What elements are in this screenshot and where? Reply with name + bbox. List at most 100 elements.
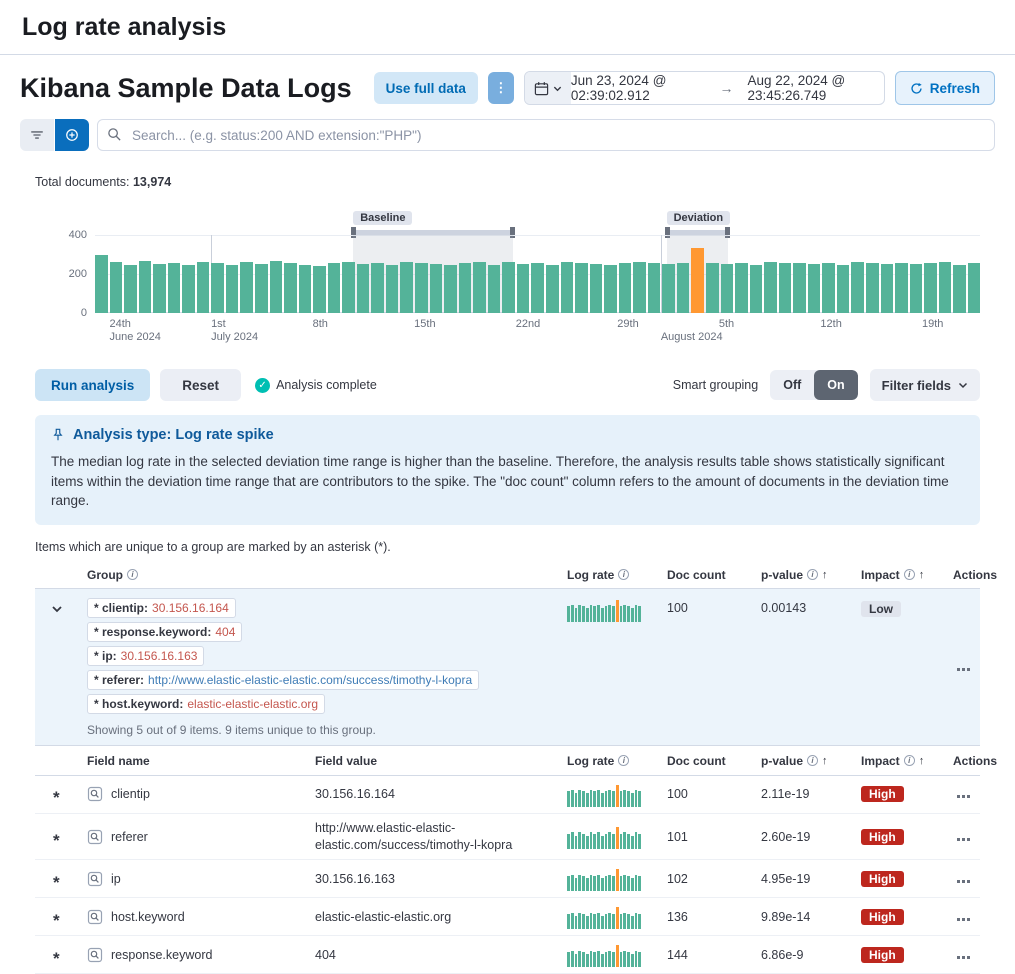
- date-range-picker[interactable]: Jun 23, 2024 @ 02:39:02.912 → Aug 22, 20…: [524, 71, 885, 105]
- group-badge[interactable]: * referer: http://www.elastic-elastic-el…: [87, 670, 479, 690]
- document-count-chart: BaselineDeviation 0200400 24th1st8th15th…: [33, 197, 980, 347]
- toggle-off-button[interactable]: Off: [770, 370, 814, 400]
- calendar-menu-button[interactable]: [525, 72, 571, 104]
- histogram-bar: [328, 263, 341, 313]
- fields-table-header: Field name Field value Log rate Doc coun…: [35, 746, 980, 776]
- histogram-bar: [357, 264, 370, 313]
- histogram-bar: [895, 263, 908, 313]
- main-content: Kibana Sample Data Logs Use full data ⋮ …: [0, 55, 1015, 974]
- group-badge[interactable]: * response.keyword: 404: [87, 622, 242, 642]
- collapse-group-button[interactable]: [45, 597, 69, 621]
- row-actions-button[interactable]: [953, 664, 974, 675]
- add-filter-button[interactable]: [55, 119, 89, 151]
- info-icon[interactable]: [807, 569, 818, 580]
- search-input[interactable]: [97, 119, 995, 151]
- field-search-icon[interactable]: [87, 871, 103, 887]
- histogram-bar: [415, 263, 428, 313]
- baseline-brush[interactable]: Baseline: [353, 209, 513, 235]
- col-field-name: Field name: [87, 754, 315, 768]
- filters-button[interactable]: [20, 119, 54, 151]
- col-log-rate: Log rate: [567, 568, 667, 582]
- histogram-bar: [284, 263, 297, 313]
- sort-asc-icon: ↑: [919, 569, 925, 581]
- toggle-on-button[interactable]: On: [814, 370, 857, 400]
- histogram-bar: [721, 264, 734, 313]
- histogram-bar: [270, 261, 283, 313]
- histogram-bar: [459, 263, 472, 313]
- col-impact[interactable]: Impact ↑: [861, 568, 953, 582]
- row-actions-button[interactable]: [953, 914, 974, 925]
- field-search-icon[interactable]: [87, 947, 103, 963]
- info-icon[interactable]: [807, 755, 818, 766]
- field-search-icon[interactable]: [87, 909, 103, 925]
- histogram-bar: [255, 264, 268, 313]
- histogram-bar: [677, 263, 690, 313]
- x-month-label: July 2024: [211, 331, 258, 343]
- histogram-bar: [793, 263, 806, 313]
- histogram-bar: [851, 262, 864, 313]
- row-actions-button[interactable]: [953, 952, 974, 963]
- refresh-icon: [910, 82, 923, 95]
- histogram-bar: [502, 262, 515, 313]
- col-p-value[interactable]: p-value ↑: [761, 754, 861, 768]
- group-badge[interactable]: * host.keyword: elastic-elastic-elastic.…: [87, 694, 325, 714]
- field-search-icon[interactable]: [87, 786, 103, 802]
- row-actions-button[interactable]: [953, 876, 974, 887]
- p-value: 2.60e-19: [761, 830, 861, 844]
- deviation-brush[interactable]: Deviation: [667, 209, 728, 235]
- field-row: * response.keyword 404 144 6.86e-9 High: [35, 936, 980, 974]
- groups-table-header: Group Log rate Doc count p-value ↑ Impac…: [35, 562, 980, 589]
- filter-fields-button[interactable]: Filter fields: [870, 369, 980, 401]
- histogram-bar: [808, 264, 821, 313]
- field-search-icon[interactable]: [87, 829, 103, 845]
- info-icon[interactable]: [904, 755, 915, 766]
- info-icon[interactable]: [127, 569, 138, 580]
- range-arrow-icon: →: [719, 80, 733, 96]
- row-actions-button[interactable]: [953, 834, 974, 845]
- info-icon[interactable]: [904, 569, 915, 580]
- p-value: 9.89e-14: [761, 910, 861, 924]
- showing-note: Showing 5 out of 9 items. 9 items unique…: [87, 723, 376, 737]
- row-actions-button[interactable]: [953, 791, 974, 802]
- col-impact[interactable]: Impact ↑: [861, 754, 953, 768]
- group-badge[interactable]: * ip: 30.156.16.163: [87, 646, 204, 666]
- end-date[interactable]: Aug 22, 2024 @ 23:45:26.749: [747, 73, 883, 103]
- col-actions: Actions: [953, 754, 1007, 768]
- doc-count: 100: [667, 787, 761, 801]
- sort-asc-icon: ↑: [822, 569, 828, 581]
- unique-asterisk: *: [53, 918, 60, 924]
- x-tick-label: 8th: [313, 318, 328, 330]
- histogram-bar: [604, 265, 617, 313]
- histogram-bar: [299, 265, 312, 313]
- group-badge[interactable]: * clientip: 30.156.16.164: [87, 598, 236, 618]
- histogram-bar: [968, 263, 981, 313]
- y-tick-label: 200: [69, 268, 87, 280]
- info-icon[interactable]: [618, 755, 629, 766]
- histogram-bar: [837, 265, 850, 313]
- sample-size-menu-button[interactable]: ⋮: [488, 72, 514, 104]
- col-p-value[interactable]: p-value ↑: [761, 568, 861, 582]
- histogram-bar: [648, 263, 661, 313]
- log-rate-sparkline: [567, 600, 641, 622]
- chevron-down-icon: [958, 380, 968, 390]
- start-date[interactable]: Jun 23, 2024 @ 02:39:02.912: [571, 73, 706, 103]
- use-full-data-button[interactable]: Use full data: [374, 72, 478, 104]
- refresh-button[interactable]: Refresh: [895, 71, 995, 105]
- field-row: * ip 30.156.16.163 102 4.95e-19 High: [35, 860, 980, 898]
- histogram-bar: [939, 262, 952, 313]
- reset-button[interactable]: Reset: [160, 369, 241, 401]
- histogram-bar: [197, 262, 210, 313]
- run-analysis-button[interactable]: Run analysis: [35, 369, 150, 401]
- page-header: Log rate analysis: [0, 0, 1015, 55]
- histogram-bar: [386, 265, 399, 313]
- impact-badge: High: [861, 786, 904, 802]
- info-icon[interactable]: [618, 569, 629, 580]
- histogram-bar: [924, 263, 937, 313]
- histogram-bar: [779, 263, 792, 313]
- brush-row: Baseline Deviation: [95, 197, 980, 235]
- x-tick-label: 19th: [922, 318, 943, 330]
- group-p-value: 0.00143: [761, 597, 861, 615]
- data-view-title: Kibana Sample Data Logs: [20, 73, 352, 104]
- doc-count: 136: [667, 910, 761, 924]
- brush-label: Baseline: [353, 211, 412, 225]
